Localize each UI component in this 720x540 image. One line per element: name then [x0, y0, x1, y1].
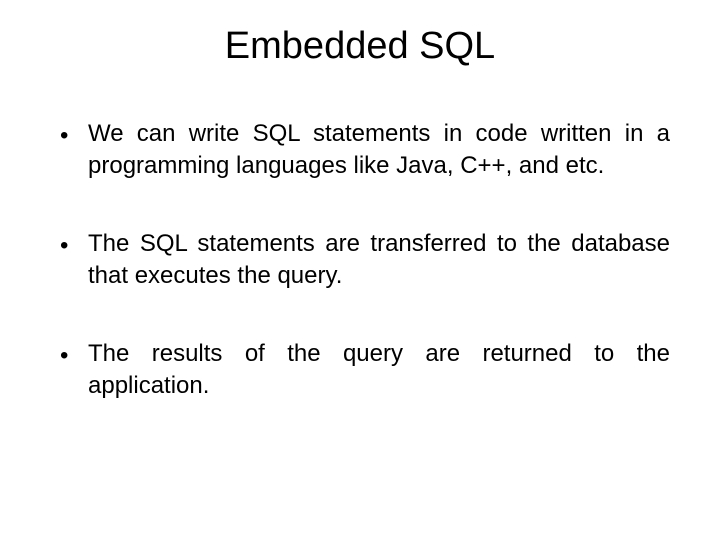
bullet-text: The SQL statements are transferred to th…: [88, 228, 670, 293]
list-item: • The results of the query are returned …: [60, 338, 670, 403]
bullet-text: The results of the query are returned to…: [88, 338, 670, 403]
list-item: • The SQL statements are transferred to …: [60, 228, 670, 293]
slide-title: Embedded SQL: [50, 25, 670, 68]
bullet-text: We can write SQL statements in code writ…: [88, 118, 670, 183]
bullet-icon: •: [60, 118, 88, 183]
bullet-icon: •: [60, 228, 88, 293]
slide-content: • We can write SQL statements in code wr…: [50, 118, 670, 402]
bullet-icon: •: [60, 338, 88, 403]
list-item: • We can write SQL statements in code wr…: [60, 118, 670, 183]
